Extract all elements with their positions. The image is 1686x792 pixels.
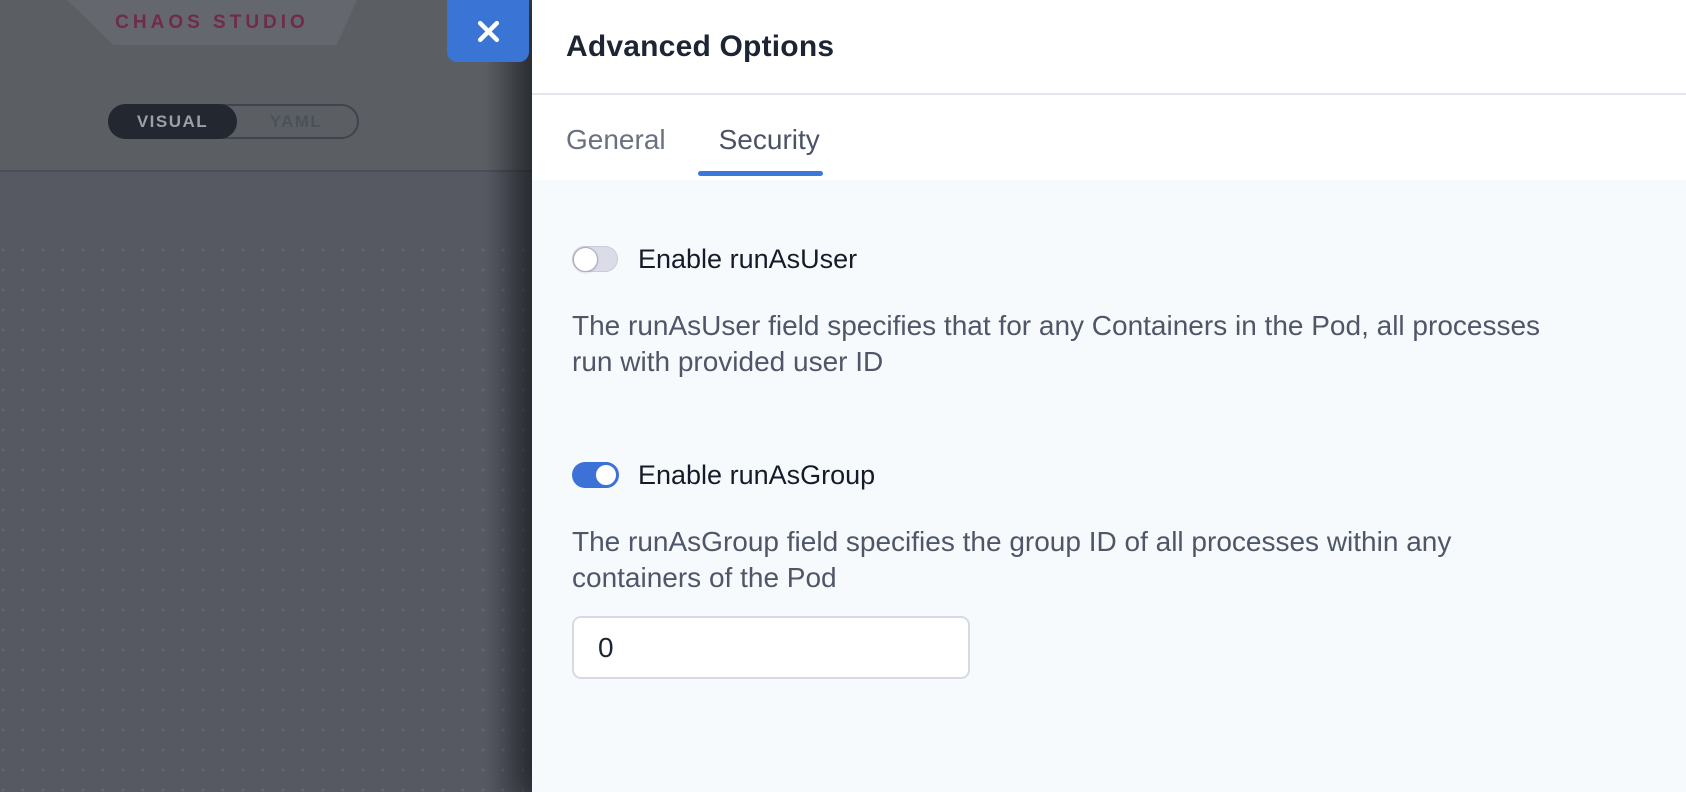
run-as-user-toggle[interactable] (572, 246, 618, 272)
run-as-user-description: The runAsUser field specifies that for a… (572, 308, 1646, 380)
advanced-options-drawer: Advanced Options General Security Enable… (532, 0, 1686, 792)
description-line: The runAsUser field specifies that for a… (572, 308, 1646, 344)
close-drawer-button[interactable] (447, 0, 529, 62)
view-mode-toggle[interactable]: VISUAL YAML (108, 104, 359, 139)
drawer-title: Advanced Options (566, 30, 834, 64)
tab-security[interactable]: Security (719, 95, 820, 180)
run-as-user-row: Enable runAsUser (572, 246, 1646, 272)
run-as-group-toggle[interactable] (572, 462, 618, 488)
chaos-studio-workspace: CHAOS STUDIO VISUAL YAML (0, 0, 532, 792)
drawer-shadow-overlay (486, 0, 532, 792)
brand-title: CHAOS STUDIO (115, 12, 309, 34)
app-root: CHAOS STUDIO VISUAL YAML Advanced Option… (0, 0, 1686, 792)
close-icon (475, 18, 502, 45)
toggle-knob (573, 247, 598, 272)
tab-general[interactable]: General (566, 95, 666, 180)
visual-mode-tab[interactable]: VISUAL (108, 104, 237, 139)
dotted-canvas (0, 172, 532, 792)
run-as-group-description: The runAsGroup field specifies the group… (572, 524, 1646, 596)
description-line: run with provided user ID (572, 344, 1646, 380)
description-line: containers of the Pod (572, 560, 1646, 596)
brand-banner: CHAOS STUDIO (67, 0, 357, 45)
drawer-header: Advanced Options (532, 0, 1686, 95)
toggle-knob (593, 462, 619, 488)
run-as-group-value-input[interactable] (572, 616, 970, 679)
run-as-user-label: Enable runAsUser (638, 244, 857, 275)
security-tab-panel: Enable runAsUser The runAsUser field spe… (532, 180, 1686, 792)
run-as-group-label: Enable runAsGroup (638, 460, 875, 491)
run-as-group-row: Enable runAsGroup (572, 462, 1646, 488)
description-line: The runAsGroup field specifies the group… (572, 524, 1646, 560)
drawer-tabs: General Security (532, 95, 1686, 180)
yaml-mode-tab[interactable]: YAML (235, 106, 357, 137)
